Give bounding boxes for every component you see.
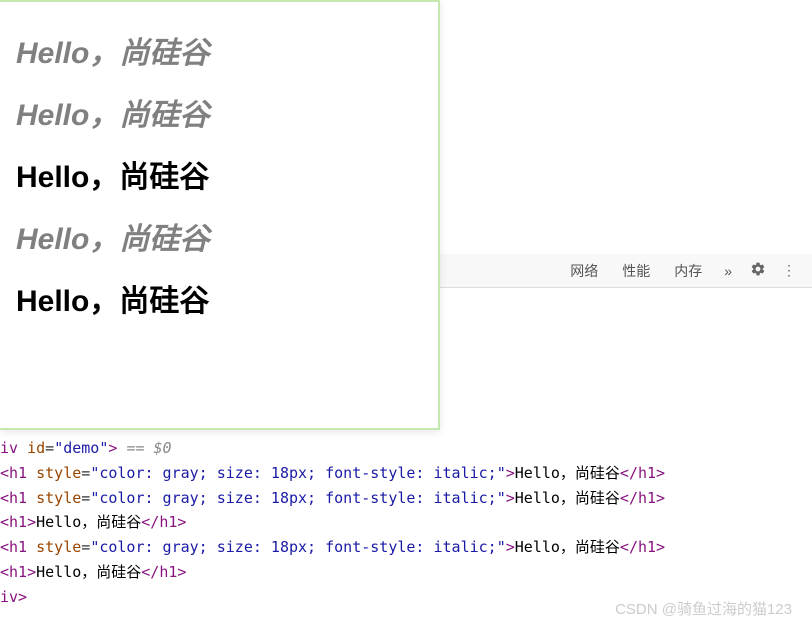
code-line-h1-styled-1[interactable]: <h1 style="color: gray; size: 18px; font…	[0, 461, 812, 486]
heading-1: Hello，尚硅谷	[16, 28, 422, 72]
elements-panel[interactable]: iv id="demo"> == $0 <h1 style="color: gr…	[0, 432, 812, 613]
code-line-h1-styled-2[interactable]: <h1 style="color: gray; size: 18px; font…	[0, 486, 812, 511]
heading-2: Hello，尚硅谷	[16, 90, 422, 134]
devtools-tab-bar: 网络 性能 内存 » ⋮	[440, 254, 812, 288]
tab-memory[interactable]: 内存	[662, 255, 714, 287]
tab-performance[interactable]: 性能	[610, 255, 662, 287]
code-line-h1-plain-2[interactable]: <h1>Hello，尚硅谷</h1>	[0, 560, 812, 585]
gear-icon[interactable]	[742, 257, 774, 284]
preview-panel: Hello，尚硅谷 Hello，尚硅谷 Hello，尚硅谷 Hello，尚硅谷 …	[0, 0, 440, 430]
code-line-div-open[interactable]: iv id="demo"> == $0	[0, 436, 812, 461]
heading-4: Hello，尚硅谷	[16, 214, 422, 258]
tab-network[interactable]: 网络	[558, 255, 610, 287]
watermark: CSDN @骑鱼过海的猫123	[615, 598, 792, 619]
tabs-more[interactable]: »	[714, 257, 742, 285]
code-line-h1-plain-1[interactable]: <h1>Hello，尚硅谷</h1>	[0, 510, 812, 535]
heading-5: Hello，尚硅谷	[16, 276, 422, 320]
heading-3: Hello，尚硅谷	[16, 152, 422, 196]
code-line-h1-styled-3[interactable]: <h1 style="color: gray; size: 18px; font…	[0, 535, 812, 560]
kebab-menu-icon[interactable]: ⋮	[774, 258, 804, 283]
